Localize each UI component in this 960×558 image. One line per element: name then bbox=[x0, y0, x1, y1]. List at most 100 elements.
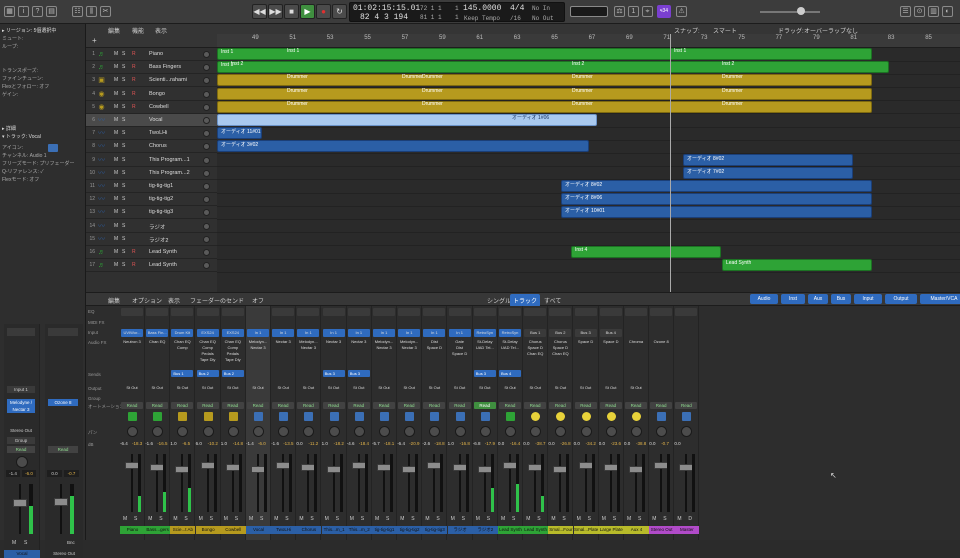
eq-thumbnail[interactable] bbox=[272, 308, 295, 316]
volume-fader[interactable] bbox=[200, 462, 215, 469]
send-slot[interactable]: Bus 4 bbox=[499, 370, 521, 377]
channel-name[interactable]: Scie...t Ab bbox=[170, 526, 196, 534]
pan-knob[interactable] bbox=[303, 426, 315, 437]
bounce-button[interactable]: Bnc bbox=[67, 540, 75, 545]
track-param-row[interactable]: Q-リファレンス: ✓ bbox=[2, 168, 84, 175]
solo-button[interactable]: S bbox=[122, 130, 125, 136]
pan-knob[interactable] bbox=[202, 426, 214, 437]
automation-read[interactable]: Read bbox=[297, 402, 320, 409]
mute-button[interactable]: M bbox=[114, 262, 118, 268]
audio-fx-slot[interactable]: Nectar 3 bbox=[323, 339, 345, 345]
volume-fader[interactable] bbox=[603, 464, 618, 471]
channel-icon[interactable] bbox=[480, 412, 490, 421]
automation-read[interactable]: Read bbox=[599, 402, 622, 409]
solo-button[interactable]: S bbox=[663, 516, 666, 522]
mixer-filter-button[interactable]: Audio bbox=[750, 294, 778, 304]
channel-icon[interactable] bbox=[506, 412, 515, 421]
region[interactable]: オーディオ 11#01 bbox=[217, 127, 262, 140]
output-slot[interactable]: St Out bbox=[549, 385, 571, 391]
mute-button[interactable]: M bbox=[114, 170, 118, 176]
volume-value[interactable]: 0.0 bbox=[624, 441, 630, 446]
volume-value[interactable]: 0.0 bbox=[649, 441, 655, 446]
forward-button[interactable]: ▶▶ bbox=[268, 4, 283, 19]
smart-controls-icon[interactable]: ☷ bbox=[72, 6, 83, 17]
eq-thumbnail[interactable] bbox=[196, 308, 219, 316]
output-slot[interactable]: St Out bbox=[247, 385, 269, 391]
channel-icon[interactable] bbox=[657, 412, 667, 421]
more-section[interactable]: ▸ 詳細 bbox=[2, 125, 84, 132]
region[interactable]: オーディオ 10#01 bbox=[561, 206, 872, 219]
eq-thumbnail[interactable] bbox=[146, 308, 169, 316]
mute-button[interactable]: M bbox=[249, 516, 253, 522]
output-slot[interactable]: St Out bbox=[474, 385, 496, 391]
input-slot[interactable]: RetroSyn bbox=[499, 329, 521, 337]
audio-fx-slot[interactable]: Tape Dly bbox=[197, 357, 219, 363]
solo-button[interactable]: S bbox=[386, 516, 389, 522]
input-slot[interactable]: Bus 3 bbox=[574, 329, 597, 337]
volume-value[interactable]: -5.7 bbox=[372, 441, 380, 446]
volume-fader[interactable] bbox=[402, 466, 417, 473]
mute-button[interactable]: M bbox=[114, 249, 118, 255]
automation-read[interactable]: Read bbox=[347, 402, 370, 409]
volume-knob[interactable] bbox=[203, 196, 210, 204]
track-header[interactable]: 4 ◉ M S R Bongo bbox=[86, 88, 217, 101]
eq-thumbnail[interactable] bbox=[574, 308, 597, 316]
automation-read[interactable]: Read bbox=[322, 402, 345, 409]
volume-value[interactable]: -6.4 bbox=[397, 441, 405, 446]
record-enable-button[interactable]: R bbox=[132, 77, 136, 83]
region-inspector-title[interactable]: ▸ リージョン: 5個選択中 bbox=[2, 27, 84, 34]
volume-value[interactable]: 0.0 bbox=[498, 441, 504, 446]
audio-fx-slot[interactable]: Nectar 3 bbox=[398, 345, 420, 351]
track-name[interactable]: Chorus bbox=[149, 143, 197, 149]
volume-fader[interactable] bbox=[679, 464, 694, 471]
volume-fader[interactable] bbox=[503, 462, 517, 469]
record-enable-button[interactable]: R bbox=[132, 249, 136, 255]
pan-knob[interactable] bbox=[605, 426, 617, 437]
volume-knob[interactable] bbox=[203, 90, 210, 98]
solo-button[interactable]: S bbox=[260, 516, 263, 522]
mute-button[interactable]: M bbox=[325, 516, 329, 522]
waveform-icon[interactable] bbox=[48, 144, 58, 152]
channel-icon[interactable] bbox=[254, 412, 263, 421]
volume-knob[interactable] bbox=[203, 117, 210, 124]
mute-button[interactable]: M bbox=[114, 209, 118, 215]
input-slot[interactable]: Drum Kit bbox=[171, 329, 194, 337]
input-slot[interactable]: EXS24 bbox=[221, 329, 244, 337]
region[interactable]: オーディオ 3#02 bbox=[217, 140, 589, 153]
track-header[interactable]: 5 ◉ M S R Cowbell bbox=[86, 101, 217, 114]
mute-button[interactable]: M bbox=[199, 516, 203, 522]
eq-thumbnail[interactable] bbox=[322, 308, 345, 316]
volume-fader[interactable] bbox=[125, 462, 139, 469]
input-slot[interactable]: In 1 bbox=[347, 329, 370, 337]
track-name[interactable]: Vocal bbox=[149, 117, 197, 123]
mute-button[interactable]: M bbox=[476, 516, 480, 522]
track-header[interactable]: 8 〰 M S Chorus bbox=[86, 140, 217, 154]
region-param-row[interactable]: ミュート: bbox=[2, 35, 84, 42]
track-header[interactable]: 9 〰 M S This Program...1 bbox=[86, 154, 217, 167]
eq-thumbnail[interactable] bbox=[221, 308, 244, 316]
pan-knob[interactable] bbox=[429, 426, 441, 437]
region[interactable] bbox=[217, 87, 872, 100]
region[interactable]: Inst 4 bbox=[571, 246, 721, 258]
output-slot[interactable]: St Out bbox=[449, 385, 471, 391]
audio-fx-slot[interactable]: UAD Tel... bbox=[474, 345, 496, 351]
mute-button[interactable]: M bbox=[299, 516, 303, 522]
solo-button[interactable]: S bbox=[462, 516, 465, 522]
output-slot[interactable]: St Out bbox=[197, 385, 219, 391]
volume-value[interactable]: 0.0 bbox=[548, 441, 554, 446]
volume-fader[interactable] bbox=[452, 464, 467, 471]
audio-fx-slot[interactable]: Neutron 3 bbox=[121, 339, 143, 345]
track-param-row[interactable]: Flexモード: オフ bbox=[2, 176, 84, 183]
output-slot[interactable]: St Out bbox=[600, 385, 622, 391]
track-header[interactable]: 11 〰 M Stig-tig-tig1 bbox=[86, 180, 217, 193]
solo-button[interactable]: S bbox=[210, 516, 213, 522]
automation-read[interactable]: Read bbox=[196, 402, 219, 409]
output-slot[interactable]: St Out bbox=[398, 385, 420, 391]
volume-fader[interactable] bbox=[326, 466, 341, 473]
solo-button[interactable]: S bbox=[638, 516, 641, 522]
solo-button[interactable]: S bbox=[122, 223, 125, 229]
region[interactable]: Lead Synth bbox=[722, 259, 872, 272]
region-param-row[interactable]: ゲイン: bbox=[2, 91, 84, 98]
audio-fx-slot[interactable]: Chan EQ bbox=[549, 351, 571, 357]
audio-fx-slot[interactable]: Space D bbox=[423, 345, 445, 351]
